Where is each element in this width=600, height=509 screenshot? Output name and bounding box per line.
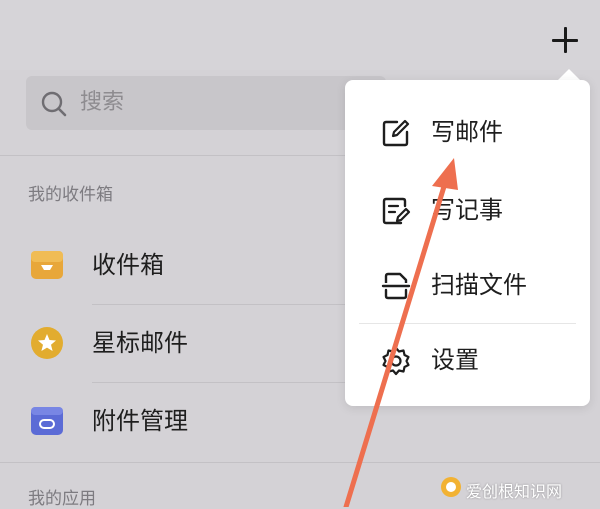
plus-icon[interactable] [549, 24, 581, 56]
note-edit-icon [382, 197, 411, 225]
search-input[interactable]: 搜索 [26, 76, 386, 130]
section-title-mailbox: 我的收件箱 [28, 185, 113, 205]
sidebar-item-starred[interactable]: 星标邮件 [0, 306, 345, 382]
watermark-logo-icon [441, 477, 461, 497]
section-title-apps: 我的应用 [28, 489, 96, 509]
popup-menu: 写邮件 写记事 扫描文件 设置 [345, 80, 590, 406]
sidebar-item-inbox[interactable]: 收件箱 [0, 228, 345, 304]
menu-item-settings[interactable]: 设置 [345, 326, 590, 396]
menu-item-label: 设置 [431, 346, 479, 374]
divider [0, 462, 600, 463]
star-badge-icon [31, 327, 63, 359]
sidebar-item-label: 附件管理 [92, 407, 188, 435]
scan-document-icon [381, 272, 411, 300]
search-placeholder: 搜索 [80, 90, 125, 115]
divider [0, 155, 345, 156]
attachment-box-icon [31, 407, 63, 435]
search-icon [41, 91, 67, 117]
divider [92, 304, 345, 305]
sidebar-item-label: 星标邮件 [92, 329, 188, 357]
top-bar [0, 0, 600, 70]
menu-item-label: 写记事 [431, 196, 503, 224]
menu-item-label: 扫描文件 [431, 271, 527, 299]
gear-icon [382, 346, 410, 376]
menu-divider [359, 323, 576, 324]
menu-item-scan-file[interactable]: 扫描文件 [345, 251, 590, 321]
divider [92, 382, 345, 383]
menu-item-compose-mail[interactable]: 写邮件 [345, 98, 590, 168]
compose-edit-icon [382, 119, 410, 147]
menu-item-label: 写邮件 [431, 118, 503, 146]
sidebar-item-attachments[interactable]: 附件管理 [0, 384, 345, 460]
sidebar-item-label: 收件箱 [92, 251, 164, 279]
watermark-text: 爱创根知识网 [466, 482, 563, 501]
menu-item-write-note[interactable]: 写记事 [345, 176, 590, 246]
inbox-tray-icon [31, 251, 63, 279]
